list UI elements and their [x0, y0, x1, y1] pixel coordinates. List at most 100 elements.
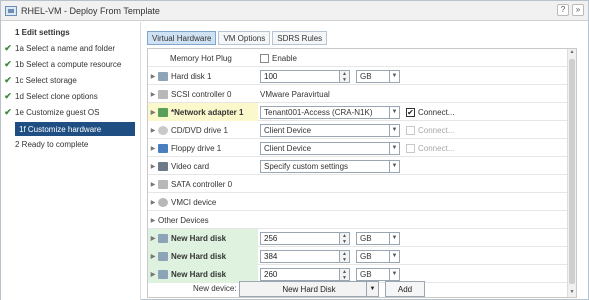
chevron-down-icon: ▼	[389, 142, 399, 154]
row-memory-hot-plug: Memory Hot Plug Enable	[148, 49, 568, 67]
cd-connect-checkbox[interactable]	[406, 125, 415, 135]
expand-arrow-icon[interactable]: ▶	[148, 127, 158, 134]
expand-icon[interactable]: »	[572, 4, 584, 16]
check-icon: ✔	[4, 42, 12, 53]
device-name: Video card	[171, 161, 210, 171]
step-select-clone-options[interactable]: ✔ 1d Select clone options	[1, 89, 139, 103]
disk-size-stepper[interactable]: ▲ ▼	[340, 267, 350, 281]
step-label: 1c Select storage	[15, 75, 77, 85]
row-value: Enable	[260, 49, 297, 67]
row-value: 100 ▲ ▼ GB ▼	[260, 67, 400, 85]
expand-arrow-icon[interactable]: ▶	[148, 109, 158, 116]
disk-unit-select[interactable]: GB ▼	[356, 249, 400, 263]
step-select-name-folder[interactable]: ✔ 1a Select a name and folder	[1, 41, 139, 55]
expand-arrow-icon[interactable]: ▶	[148, 163, 158, 170]
disk-size-stepper[interactable]: ▲ ▼	[340, 69, 350, 83]
row-scsi-controller: ▶ SCSI controller 0 VMware Paravirtual	[148, 85, 568, 103]
disk-size-input[interactable]: 260	[260, 267, 340, 281]
window-title: RHEL-VM - Deploy From Template	[21, 5, 160, 16]
tab-sdrs-rules[interactable]: SDRS Rules	[272, 31, 328, 45]
check-icon: ✔	[4, 90, 12, 101]
device-name: SCSI controller 0	[171, 89, 232, 99]
step-ready-to-complete[interactable]: 2 Ready to complete	[1, 137, 139, 151]
row-value: 256 ▲ ▼ GB ▼	[260, 229, 400, 247]
row-label: Memory Hot Plug	[170, 53, 232, 63]
network-select[interactable]: Tenant001-Access (CRA-N1K) ▼	[260, 105, 400, 119]
step-label: 1b Select a compute resource	[15, 59, 122, 69]
tab-virtual-hardware[interactable]: Virtual Hardware	[147, 31, 217, 45]
scroll-up-icon[interactable]: ▲	[568, 49, 576, 57]
disk-size-stepper[interactable]: ▲ ▼	[340, 249, 350, 263]
row-label: ▶ *Network adapter 1	[148, 103, 258, 121]
step-customize-hardware[interactable]: 1f Customize hardware	[15, 122, 135, 136]
expand-arrow-icon[interactable]: ▶	[148, 235, 158, 242]
network-connect-checkbox[interactable]	[406, 107, 415, 117]
row-label: ▶ Hard disk 1	[148, 67, 258, 85]
expand-arrow-icon[interactable]: ▶	[148, 181, 158, 188]
row-label: ▶ CD/DVD drive 1	[148, 121, 258, 139]
chevron-down-icon: ▼	[389, 250, 399, 262]
expand-arrow-icon[interactable]: ▶	[148, 73, 158, 80]
disk-size-input[interactable]: 384	[260, 249, 340, 263]
add-device-button[interactable]: Add	[385, 281, 425, 297]
vmci-icon	[158, 197, 168, 207]
device-name: VMCI device	[171, 197, 217, 207]
select-value: Specify custom settings	[264, 161, 349, 171]
step-edit-settings[interactable]: 1 Edit settings	[1, 25, 139, 39]
chevron-down-icon: ▼	[389, 124, 399, 136]
floppy-connect-checkbox[interactable]	[406, 143, 415, 153]
row-new-hard-disk: ▶ New Hard disk 384 ▲ ▼ GB ▼	[148, 247, 568, 265]
chevron-down-icon: ▼	[389, 232, 399, 244]
help-icon[interactable]: ?	[557, 4, 569, 16]
hard-disk-icon	[158, 233, 168, 243]
check-icon: ✔	[4, 106, 12, 117]
chevron-down-icon: ▼	[389, 160, 399, 172]
disk-unit-select[interactable]: GB ▼	[356, 267, 400, 281]
device-name: Other Devices	[158, 215, 209, 225]
expand-arrow-icon[interactable]: ▶	[148, 91, 158, 98]
tab-vm-options[interactable]: VM Options	[218, 31, 271, 45]
title-bar: RHEL-VM - Deploy From Template ? »	[1, 1, 588, 21]
row-cd-dvd-drive: ▶ CD/DVD drive 1 Client Device ▼ Connect…	[148, 121, 568, 139]
memory-hot-plug-checkbox[interactable]	[260, 53, 269, 63]
expand-arrow-icon[interactable]: ▶	[148, 217, 158, 224]
disk-size-stepper[interactable]: ▲ ▼	[340, 231, 350, 245]
floppy-device-select[interactable]: Client Device ▼	[260, 141, 400, 155]
new-device-bar: New device: New Hard Disk ▼ Add	[147, 281, 577, 299]
expand-arrow-icon[interactable]: ▶	[148, 199, 158, 206]
row-value: Client Device ▼ Connect...	[260, 121, 454, 139]
disk-size-input[interactable]: 100	[260, 69, 340, 83]
row-value: Client Device ▼ Connect...	[260, 139, 454, 157]
device-name: Floppy drive 1	[171, 143, 222, 153]
chevron-down-icon: ▼	[389, 106, 399, 118]
wizard-steps-sidebar: 1 Edit settings ✔ 1a Select a name and f…	[1, 22, 141, 300]
row-label: ▶ SCSI controller 0	[148, 85, 258, 103]
scroll-thumb[interactable]	[569, 59, 575, 284]
video-card-select[interactable]: Specify custom settings ▼	[260, 159, 400, 173]
grid-scrollbar[interactable]: ▲ ▼	[567, 49, 576, 297]
step-select-storage[interactable]: ✔ 1c Select storage	[1, 73, 139, 87]
step-customize-guest-os[interactable]: ✔ 1e Customize guest OS	[1, 105, 139, 119]
new-device-select[interactable]: New Hard Disk ▼	[239, 281, 379, 297]
row-network-adapter: ▶ *Network adapter 1 Tenant001-Access (C…	[148, 103, 568, 121]
device-name: New Hard disk	[171, 251, 227, 261]
video-card-icon	[158, 161, 168, 171]
row-label: ▶ Other Devices	[148, 211, 258, 229]
disk-unit-select[interactable]: GB ▼	[356, 69, 400, 83]
row-value: Tenant001-Access (CRA-N1K) ▼ Connect...	[260, 103, 454, 121]
row-label: ▶ Video card	[148, 157, 258, 175]
step-select-compute-resource[interactable]: ✔ 1b Select a compute resource	[1, 57, 139, 71]
cd-device-select[interactable]: Client Device ▼	[260, 123, 400, 137]
expand-arrow-icon[interactable]: ▶	[148, 145, 158, 152]
expand-arrow-icon[interactable]: ▶	[148, 271, 158, 278]
disk-size-input[interactable]: 256	[260, 231, 340, 245]
select-value: Tenant001-Access (CRA-N1K)	[264, 107, 373, 117]
disk-unit-select[interactable]: GB ▼	[356, 231, 400, 245]
row-floppy-drive: ▶ Floppy drive 1 Client Device ▼ Connect…	[148, 139, 568, 157]
expand-arrow-icon[interactable]: ▶	[148, 253, 158, 260]
device-name: SATA controller 0	[171, 179, 233, 189]
select-value: GB	[360, 269, 372, 279]
row-other-devices: ▶ Other Devices	[148, 211, 568, 229]
device-name: Hard disk 1	[171, 71, 212, 81]
new-device-label: New device:	[193, 284, 237, 293]
